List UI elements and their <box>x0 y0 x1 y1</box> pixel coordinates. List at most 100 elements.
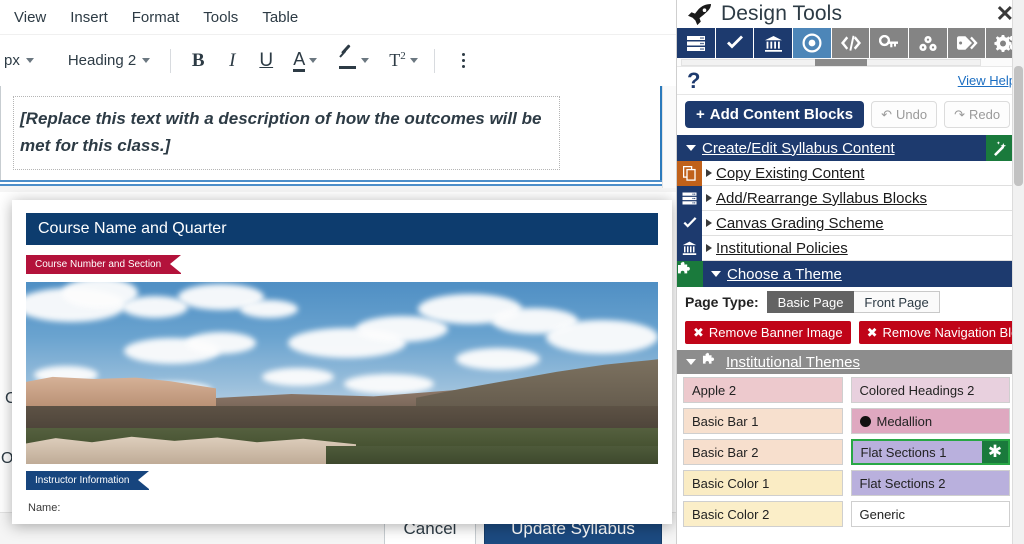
tab-tags-icon[interactable] <box>947 28 987 58</box>
menu-tools[interactable]: Tools <box>203 9 238 26</box>
theme-item[interactable]: Flat Sections 2 <box>850 470 1010 496</box>
app-root: View Insert Format Tools Table px Headin… <box>0 0 1024 544</box>
remove-navigation-block-button[interactable]: ✖ Remove Navigation Block <box>858 321 1024 344</box>
page-type-front-page-option[interactable]: Front Page <box>854 291 940 313</box>
highlight-color-button[interactable] <box>335 43 373 71</box>
menu-table[interactable]: Table <box>262 9 298 26</box>
theme-item[interactable]: Basic Bar 1 <box>683 408 843 434</box>
theme-item[interactable]: Colored Headings 2 <box>850 377 1010 403</box>
star-icon[interactable]: ✱ <box>982 441 1008 463</box>
menu-item-copy-existing-content[interactable]: Copy Existing Content <box>677 160 1024 186</box>
create-edit-syllabus-link[interactable]: Create/Edit Syllabus Content <box>702 140 895 157</box>
menu-insert[interactable]: Insert <box>70 9 108 26</box>
add-content-blocks-label: Add Content Blocks <box>709 106 854 123</box>
add-content-blocks-button[interactable]: + Add Content Blocks <box>685 101 865 128</box>
menu-view[interactable]: View <box>14 9 46 26</box>
theme-item[interactable]: Generic <box>850 501 1010 527</box>
canvas-grading-scheme-link[interactable]: Canvas Grading Scheme <box>716 215 884 232</box>
choose-a-theme-link[interactable]: Choose a Theme <box>727 266 842 283</box>
more-options-button[interactable] <box>451 47 477 75</box>
bold-button[interactable]: B <box>181 44 215 78</box>
page-type-label: Page Type: <box>685 294 759 310</box>
choose-a-theme-section-header[interactable]: Choose a Theme <box>677 261 1024 287</box>
block-format-value: Heading 2 <box>67 52 137 69</box>
menu-item-institutional-policies[interactable]: Institutional Policies <box>677 235 1024 261</box>
help-question-icon[interactable]: ? <box>687 69 700 92</box>
preview-banner-image <box>26 282 658 464</box>
text-color-button[interactable]: A <box>289 50 321 72</box>
theme-label: Flat Sections 1 <box>860 444 947 460</box>
underline-button[interactable]: U <box>249 44 283 78</box>
theme-item[interactable]: Basic Color 1 <box>683 470 843 496</box>
add-rearrange-syllabus-blocks-link[interactable]: Add/Rearrange Syllabus Blocks <box>716 190 927 207</box>
tab-blocks-icon[interactable] <box>909 28 948 58</box>
remove-banner-image-label: Remove Banner Image <box>708 325 843 340</box>
undo-label: Undo <box>896 107 928 122</box>
italic-button[interactable]: I <box>215 44 249 78</box>
redo-button[interactable]: ↷ Redo <box>944 101 1011 128</box>
institutional-policies-link[interactable]: Institutional Policies <box>716 240 848 257</box>
institutional-themes-link[interactable]: Institutional Themes <box>726 354 860 371</box>
editor-placeholder-block[interactable]: [Replace this text with a description of… <box>13 96 560 171</box>
tab-key-icon[interactable] <box>870 28 910 58</box>
superscript-button[interactable]: T2 <box>385 50 422 71</box>
tab-database-icon[interactable] <box>677 28 716 58</box>
create-edit-syllabus-section-header[interactable]: Create/Edit Syllabus Content <box>677 135 1024 161</box>
theme-label: Basic Color 1 <box>692 475 770 491</box>
remove-banner-image-button[interactable]: ✖ Remove Banner Image <box>685 321 851 344</box>
preview-course-title-bar: Course Name and Quarter <box>26 213 658 245</box>
undo-button[interactable]: ↶ Undo <box>871 101 938 128</box>
magic-wand-icon[interactable] <box>986 135 1012 161</box>
editor-format-toolbar: px Heading 2 B I U A T2 <box>0 34 676 86</box>
menu-item-canvas-grading-scheme[interactable]: Canvas Grading Scheme <box>677 210 1024 236</box>
medallion-dot-icon <box>859 415 871 427</box>
tab-institution-icon[interactable] <box>754 28 794 58</box>
block-format-select[interactable]: Heading 2 <box>58 48 160 73</box>
theme-item[interactable]: Basic Bar 2 <box>683 439 843 465</box>
course-number-ribbon: Course Number and Section <box>26 255 182 274</box>
theme-label: Colored Headings 2 <box>859 382 975 398</box>
editor-content-area[interactable]: [Replace this text with a description of… <box>0 86 662 186</box>
theme-label: Basic Bar 1 <box>692 413 759 429</box>
chevron-down-icon <box>309 58 318 63</box>
menu-item-add-rearrange-blocks[interactable]: Add/Rearrange Syllabus Blocks <box>677 185 1024 211</box>
tab-code-icon[interactable] <box>831 28 871 58</box>
theme-label: Apple 2 <box>692 382 737 398</box>
font-size-select[interactable]: px <box>0 48 44 73</box>
design-tools-header: Design Tools ✕ <box>677 0 1024 28</box>
theme-item[interactable]: Basic Color 2 <box>683 501 843 527</box>
icon-tabbar-horizontal-scrollbar[interactable] <box>677 58 1024 67</box>
design-tools-icon-tabbar <box>677 28 1024 58</box>
preview-course-title: Course Name and Quarter <box>38 220 227 237</box>
plus-icon: + <box>696 106 705 123</box>
editor-scrollbar[interactable] <box>662 86 676 188</box>
institution-icon <box>677 235 702 261</box>
editor-menubar: View Insert Format Tools Table <box>0 0 676 34</box>
copy-icon <box>677 160 702 186</box>
chevron-right-icon <box>706 219 712 227</box>
redo-icon: ↷ <box>954 106 965 122</box>
theme-item[interactable]: Medallion <box>850 408 1010 434</box>
theme-label: Basic Color 2 <box>692 506 770 522</box>
menu-format[interactable]: Format <box>132 9 180 26</box>
chevron-down-icon <box>686 145 696 151</box>
tab-target-icon[interactable] <box>793 28 832 58</box>
x-icon: ✖ <box>693 324 704 340</box>
text-color-label: A <box>293 50 306 72</box>
preview-course-number-wrap: Course Number and Section <box>26 254 672 274</box>
chevron-down-icon <box>361 58 370 63</box>
scrollbar-thumb[interactable] <box>815 59 867 66</box>
scrollbar-thumb[interactable] <box>1014 66 1023 186</box>
chevron-right-icon <box>706 194 712 202</box>
design-tools-action-row: + Add Content Blocks ↶ Undo ↷ Redo <box>677 95 1024 135</box>
tab-check-icon[interactable] <box>715 28 755 58</box>
theme-item[interactable]: Apple 2 <box>683 377 843 403</box>
institutional-themes-section-header[interactable]: Institutional Themes <box>677 350 1024 374</box>
copy-existing-content-link[interactable]: Copy Existing Content <box>716 165 864 182</box>
theme-item-selected[interactable]: Flat Sections 1 ✱ <box>850 439 1010 465</box>
page-type-basic-page-option[interactable]: Basic Page <box>766 291 855 313</box>
theme-column-left: Apple 2 Basic Bar 1 Basic Bar 2 Basic Co… <box>683 377 843 527</box>
design-tools-title: Design Tools <box>721 2 843 25</box>
view-help-link[interactable]: View Help <box>958 73 1016 88</box>
design-tools-panel-scrollbar[interactable] <box>1012 0 1024 544</box>
